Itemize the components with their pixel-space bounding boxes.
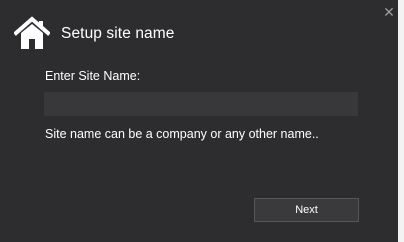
next-button-label: Next xyxy=(295,204,318,216)
dialog-header: Setup site name xyxy=(14,16,175,52)
site-name-label: Enter Site Name: xyxy=(45,69,141,83)
close-icon: ✕ xyxy=(383,4,395,20)
background-edge xyxy=(398,0,404,242)
next-button[interactable]: Next xyxy=(254,198,359,222)
dialog-title: Setup site name xyxy=(61,25,175,42)
home-icon xyxy=(14,16,50,49)
close-button[interactable]: ✕ xyxy=(381,4,397,20)
site-name-hint: Site name can be a company or any other … xyxy=(45,127,319,141)
site-name-input[interactable] xyxy=(44,92,358,116)
setup-site-dialog: ✕ Setup site name Enter Site Name: Site … xyxy=(0,0,398,242)
